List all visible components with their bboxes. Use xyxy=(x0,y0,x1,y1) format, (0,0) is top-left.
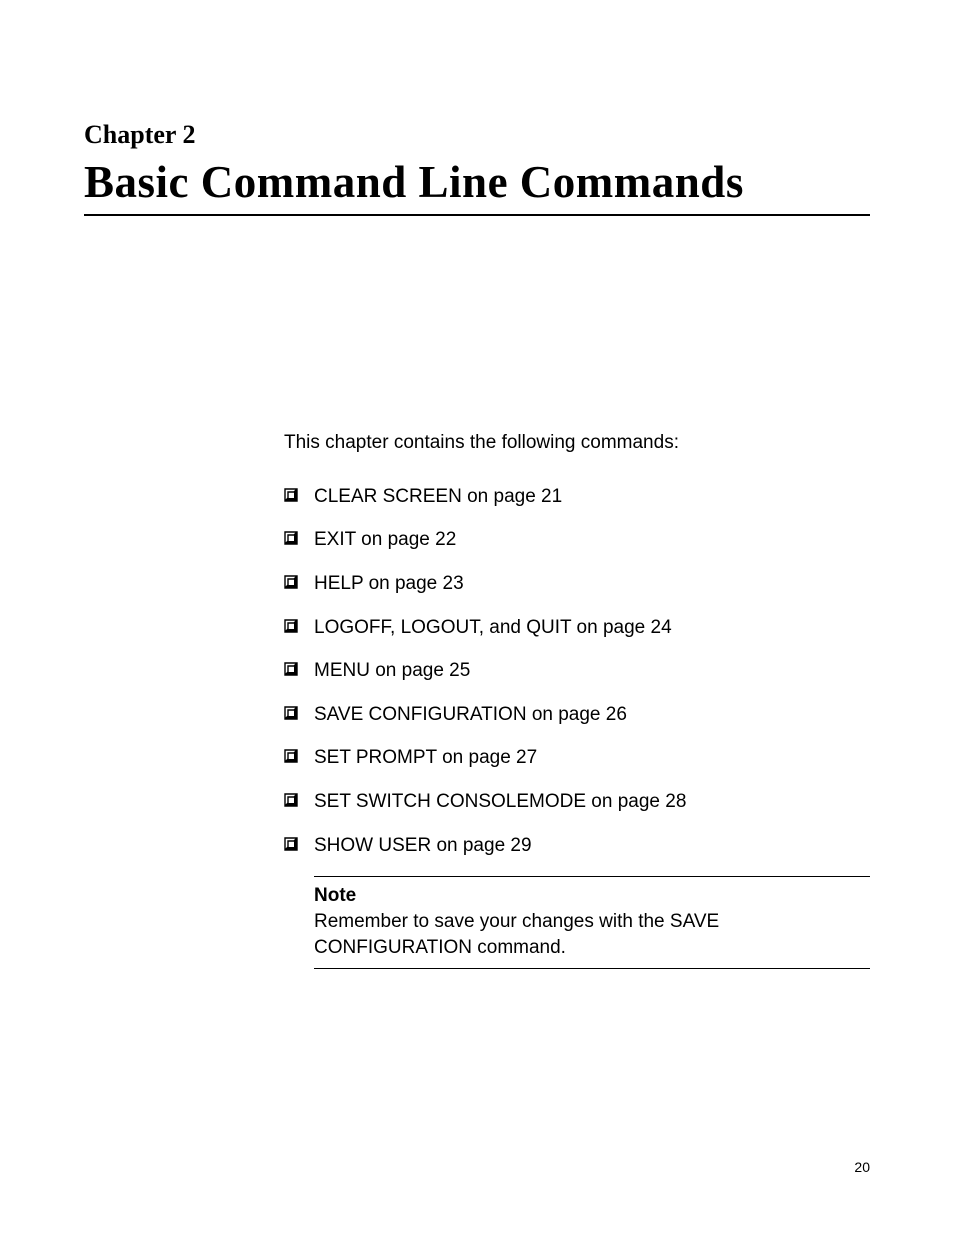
square-bullet-icon xyxy=(284,706,298,720)
list-item: EXIT on page 22 xyxy=(284,527,870,553)
intro-text: This chapter contains the following comm… xyxy=(284,430,870,456)
command-list: CLEAR SCREEN on page 21 EXIT on page 22 … xyxy=(284,484,870,859)
page-number: 20 xyxy=(854,1159,870,1175)
body-column: This chapter contains the following comm… xyxy=(284,430,870,969)
square-bullet-icon xyxy=(284,575,298,589)
list-item: LOGOFF, LOGOUT, and QUIT on page 24 xyxy=(284,615,870,641)
square-bullet-icon xyxy=(284,749,298,763)
list-item: SET PROMPT on page 27 xyxy=(284,745,870,771)
note-label: Note xyxy=(314,883,870,909)
square-bullet-icon xyxy=(284,662,298,676)
list-item: SAVE CONFIGURATION on page 26 xyxy=(284,702,870,728)
list-item-label: HELP on page 23 xyxy=(314,571,464,597)
list-item: CLEAR SCREEN on page 21 xyxy=(284,484,870,510)
square-bullet-icon xyxy=(284,488,298,502)
note-text: Remember to save your changes with the S… xyxy=(314,909,870,960)
document-page: Chapter 2 Basic Command Line Commands Th… xyxy=(0,0,954,1235)
square-bullet-icon xyxy=(284,619,298,633)
list-item-label: CLEAR SCREEN on page 21 xyxy=(314,484,562,510)
square-bullet-icon xyxy=(284,793,298,807)
list-item: MENU on page 25 xyxy=(284,658,870,684)
chapter-label: Chapter 2 xyxy=(84,120,870,150)
square-bullet-icon xyxy=(284,837,298,851)
square-bullet-icon xyxy=(284,531,298,545)
list-item-label: MENU on page 25 xyxy=(314,658,470,684)
list-item-label: SHOW USER on page 29 xyxy=(314,833,532,859)
list-item: SHOW USER on page 29 xyxy=(284,833,870,859)
list-item-label: SET SWITCH CONSOLEMODE on page 28 xyxy=(314,789,686,815)
chapter-title: Basic Command Line Commands xyxy=(84,156,870,216)
list-item-label: SAVE CONFIGURATION on page 26 xyxy=(314,702,627,728)
list-item-label: EXIT on page 22 xyxy=(314,527,456,553)
list-item: SET SWITCH CONSOLEMODE on page 28 xyxy=(284,789,870,815)
list-item: HELP on page 23 xyxy=(284,571,870,597)
note-box: Note Remember to save your changes with … xyxy=(314,876,870,969)
list-item-label: LOGOFF, LOGOUT, and QUIT on page 24 xyxy=(314,615,672,641)
list-item-label: SET PROMPT on page 27 xyxy=(314,745,537,771)
